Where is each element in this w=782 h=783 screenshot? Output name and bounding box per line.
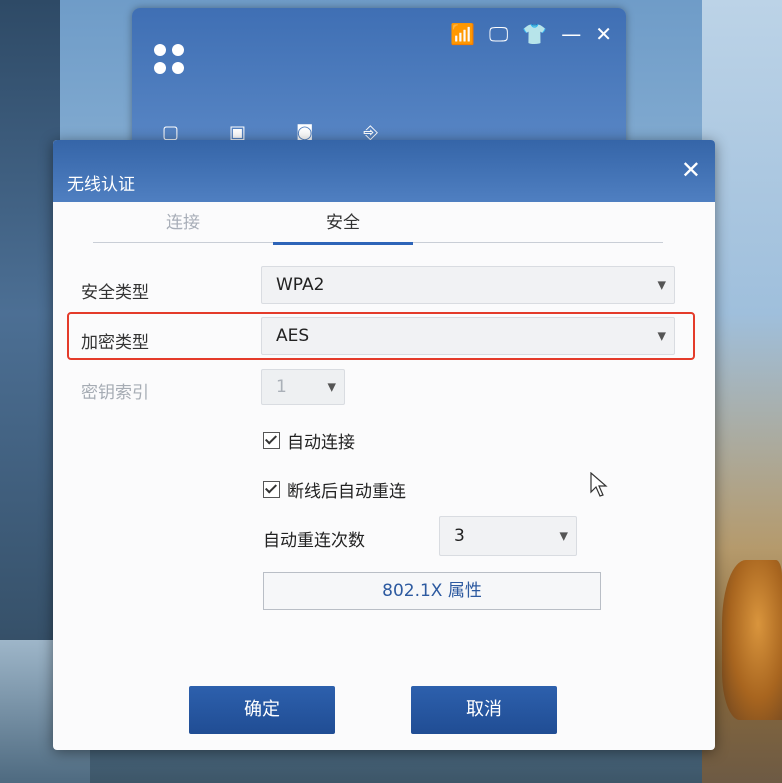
- reconnect-count-value: 3: [454, 526, 465, 546]
- tab-connection[interactable]: 连接: [133, 208, 233, 242]
- cancel-button[interactable]: 取消: [411, 686, 557, 734]
- encryption-type-label: 加密类型: [81, 333, 149, 353]
- key-index-label: 密钥索引: [81, 383, 149, 403]
- skin-icon[interactable]: 👕: [522, 22, 547, 46]
- minimize-icon[interactable]: —: [561, 22, 581, 46]
- wireless-auth-dialog: 无线认证 ✕ 连接 安全 安全类型 WPA2 ▼ 加密类型 AES ▼ 密钥索引…: [53, 140, 715, 750]
- checkbox-checked-icon: [263, 481, 280, 498]
- screen-icon[interactable]: 🖵: [489, 22, 508, 46]
- key-index-select[interactable]: 1 ▼: [261, 369, 345, 405]
- auto-connect-label: 自动连接: [287, 433, 355, 453]
- key-index-value: 1: [276, 377, 287, 397]
- auto-reconnect-label: 断线后自动重连: [287, 482, 406, 502]
- chevron-down-icon: ▼: [559, 529, 568, 543]
- dot1x-properties-button[interactable]: 802.1X 属性: [263, 572, 601, 610]
- dialog-tabs: 连接 安全: [93, 208, 663, 245]
- security-type-label: 安全类型: [81, 283, 149, 303]
- chevron-down-icon: ▼: [657, 278, 666, 292]
- client-window: 📶 🖵 👕 — ✕ ▢ ▣ ◙ ⎆: [132, 8, 626, 158]
- reconnect-count-select[interactable]: 3 ▼: [439, 516, 577, 556]
- dialog-close-icon[interactable]: ✕: [681, 156, 701, 184]
- reconnect-count-label: 自动重连次数: [263, 531, 365, 551]
- tab-security[interactable]: 安全: [273, 208, 413, 245]
- dialog-titlebar: 无线认证 ✕: [53, 140, 715, 202]
- close-icon[interactable]: ✕: [595, 22, 612, 46]
- client-window-controls: 📶 🖵 👕 — ✕: [450, 22, 612, 46]
- chevron-down-icon: ▼: [327, 380, 336, 394]
- encryption-type-select[interactable]: AES ▼: [261, 317, 675, 355]
- chevron-down-icon: ▼: [657, 329, 666, 343]
- security-type-select[interactable]: WPA2 ▼: [261, 266, 675, 304]
- security-type-value: WPA2: [276, 275, 325, 295]
- wallpaper-rock: [722, 560, 782, 720]
- dialog-title: 无线认证: [67, 175, 135, 195]
- encryption-type-value: AES: [276, 326, 310, 346]
- auto-connect-checkbox[interactable]: 自动连接: [263, 428, 355, 453]
- mouse-pointer-icon: [590, 472, 608, 497]
- ok-button[interactable]: 确定: [189, 686, 335, 734]
- auto-reconnect-checkbox[interactable]: 断线后自动重连: [263, 477, 406, 502]
- signal-icon[interactable]: 📶: [450, 22, 475, 46]
- checkbox-checked-icon: [263, 432, 280, 449]
- client-logo: [152, 42, 186, 76]
